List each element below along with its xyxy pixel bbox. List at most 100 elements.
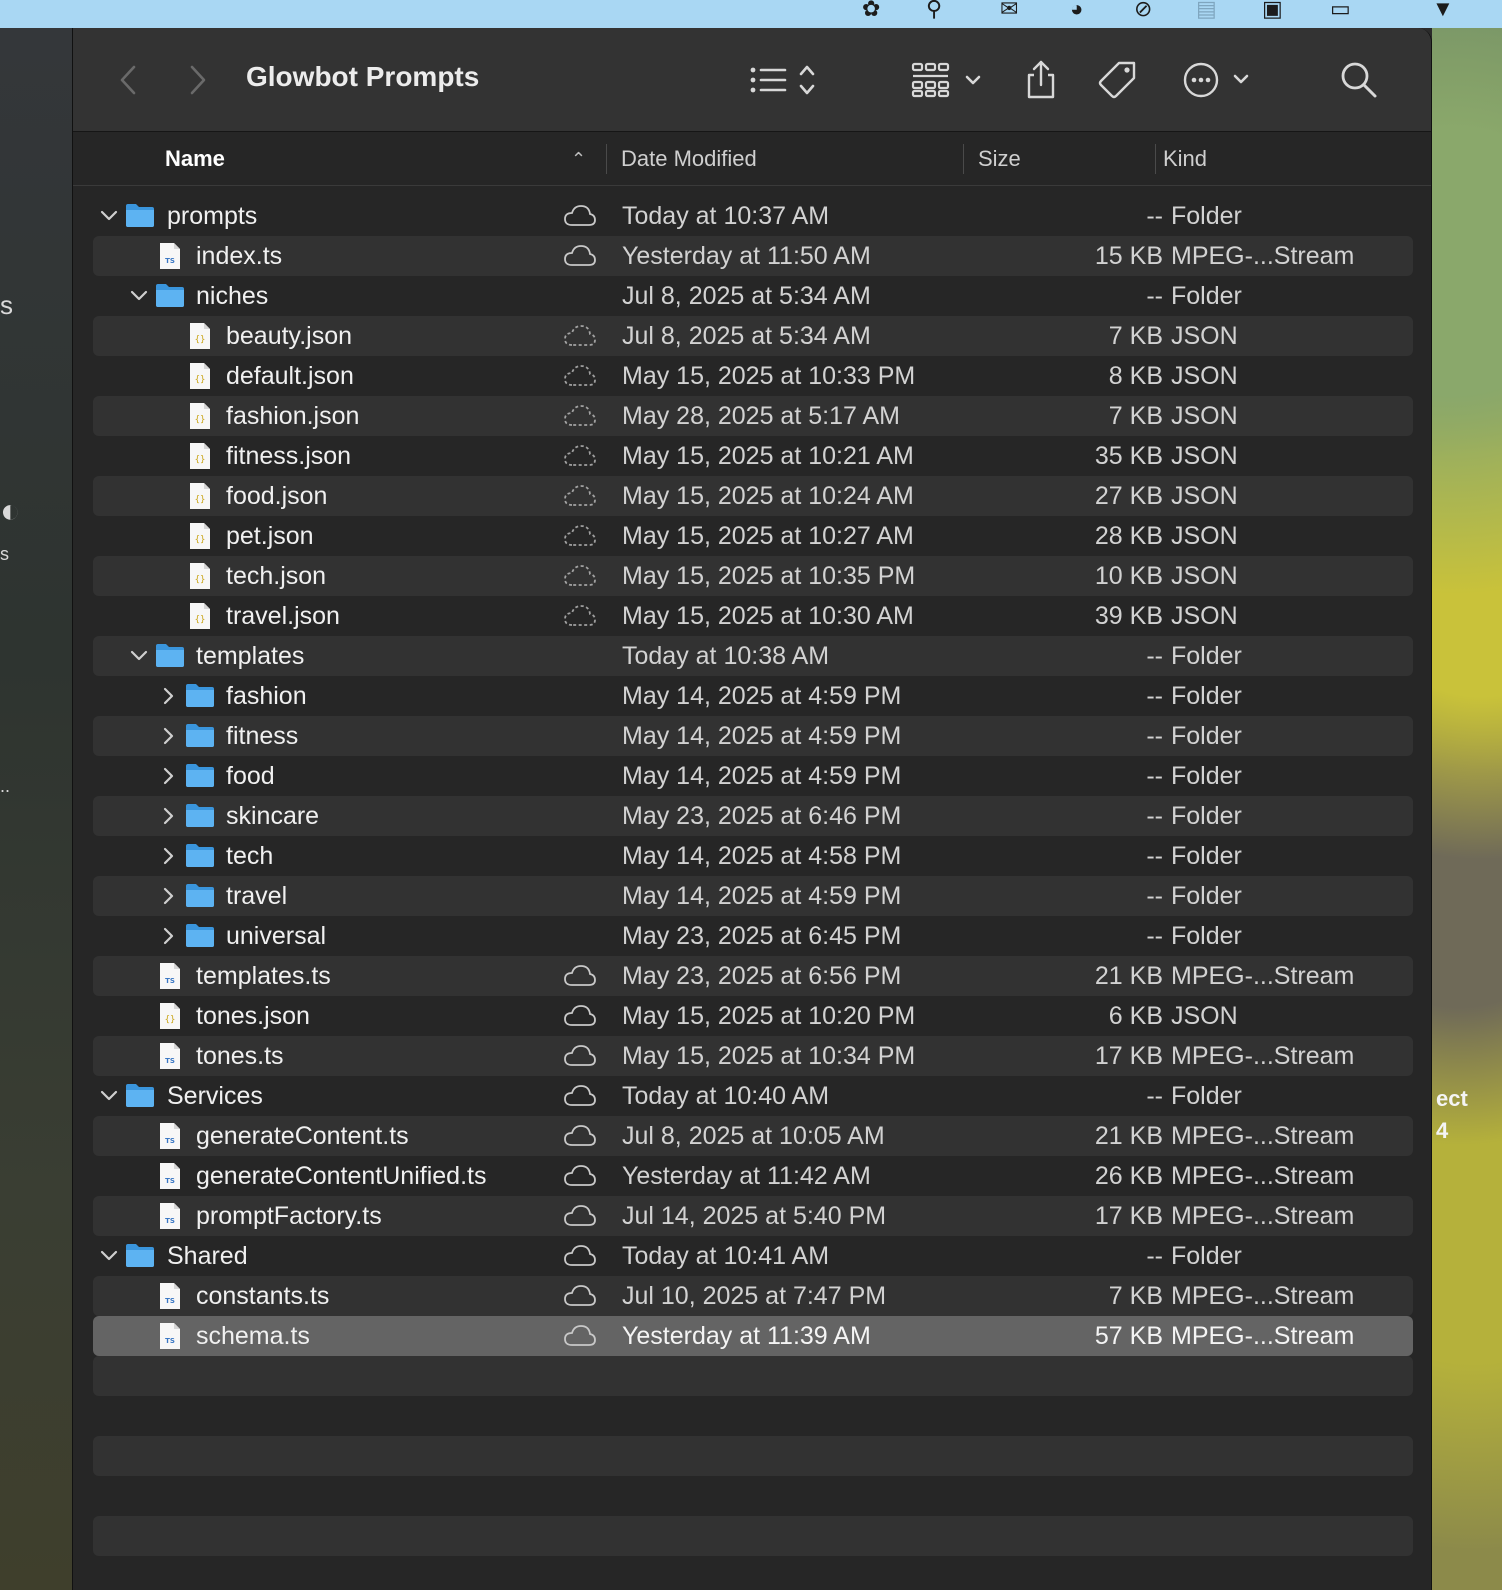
- cloud-icon[interactable]: [563, 1324, 597, 1348]
- folder-row[interactable]: templates Today at 10:38 AM -- Folder: [93, 636, 1413, 676]
- column-header-date-modified[interactable]: Date Modified: [621, 132, 757, 186]
- more-actions-button[interactable]: [1183, 58, 1253, 102]
- menubar-control-icon[interactable]: ▣: [1262, 0, 1283, 20]
- column-header-kind[interactable]: Kind: [1163, 132, 1207, 186]
- cloud-pending-icon[interactable]: [563, 524, 597, 548]
- disclosure-expanded-icon[interactable]: [99, 196, 119, 236]
- menubar-window-icon[interactable]: ▤: [1196, 0, 1217, 20]
- file-row[interactable]: {} travel.json May 15, 2025 at 10:30 AM 39 …: [93, 596, 1413, 636]
- file-row[interactable]: TS generateContent.ts Jul 8, 2025 at 10:05…: [93, 1116, 1413, 1156]
- json-file-icon: {}: [188, 602, 218, 630]
- folder-row[interactable]: skincare May 23, 2025 at 6:46 PM -- Folder: [93, 796, 1413, 836]
- menubar-half-circle-icon[interactable]: ◕: [1070, 0, 1083, 20]
- file-row[interactable]: {} default.json May 15, 2025 at 10:33 PM 8 …: [93, 356, 1413, 396]
- share-button[interactable]: [1023, 58, 1059, 102]
- menubar-battery-icon[interactable]: ▭: [1330, 0, 1351, 20]
- folder-row[interactable]: fitness May 14, 2025 at 4:59 PM -- Folder: [93, 716, 1413, 756]
- column-separator[interactable]: [1155, 144, 1156, 174]
- file-row[interactable]: TS promptFactory.ts Jul 14, 2025 at 5:40 P…: [93, 1196, 1413, 1236]
- cloud-icon[interactable]: [563, 964, 597, 988]
- column-separator[interactable]: [963, 144, 964, 174]
- disclosure-collapsed-icon[interactable]: [159, 756, 179, 796]
- date-modified: May 15, 2025 at 10:30 AM: [622, 602, 914, 630]
- file-row[interactable]: {} food.json May 15, 2025 at 10:24 AM 27 KB…: [93, 476, 1413, 516]
- item-kind: MPEG-...Stream: [1171, 962, 1355, 990]
- column-header-name[interactable]: Name: [165, 132, 225, 186]
- search-button[interactable]: [1339, 58, 1379, 102]
- folder-row[interactable]: fashion May 14, 2025 at 4:59 PM -- Folder: [93, 676, 1413, 716]
- file-row[interactable]: {} pet.json May 15, 2025 at 10:27 AM 28 KB J…: [93, 516, 1413, 556]
- cloud-pending-icon[interactable]: [563, 604, 597, 628]
- item-name: tones.ts: [196, 1042, 284, 1070]
- item-size: 26 KB: [1094, 1162, 1163, 1190]
- file-row[interactable]: {} fashion.json May 28, 2025 at 5:17 AM 7 K…: [93, 396, 1413, 436]
- file-row[interactable]: TS templates.ts May 23, 2025 at 6:56 PM 21 …: [93, 956, 1413, 996]
- folder-row[interactable]: universal May 23, 2025 at 6:45 PM -- Folder: [93, 916, 1413, 956]
- item-name: niches: [196, 282, 269, 310]
- item-kind: MPEG-...Stream: [1171, 242, 1355, 270]
- column-separator[interactable]: [606, 144, 607, 174]
- file-row[interactable]: TS schema.ts Yesterday at 11:39 AM 57 KB MPE…: [93, 1316, 1413, 1356]
- folder-row[interactable]: Services Today at 10:40 AM -- Folder: [93, 1076, 1413, 1116]
- date-modified: May 14, 2025 at 4:59 PM: [622, 682, 902, 710]
- menubar-lock-icon[interactable]: ⚲: [926, 0, 942, 20]
- disclosure-collapsed-icon[interactable]: [159, 836, 179, 876]
- cloud-icon[interactable]: [563, 1284, 597, 1308]
- folder-row[interactable]: niches Jul 8, 2025 at 5:34 AM -- Folder: [93, 276, 1413, 316]
- file-row[interactable]: TS index.ts Yesterday at 11:50 AM 15 KB MPEG…: [93, 236, 1413, 276]
- column-header-size[interactable]: Size: [978, 132, 1021, 186]
- cloud-icon[interactable]: [563, 1204, 597, 1228]
- disclosure-expanded-icon[interactable]: [99, 1236, 119, 1276]
- disclosure-expanded-icon[interactable]: [99, 1076, 119, 1116]
- item-name: index.ts: [196, 242, 283, 270]
- disclosure-expanded-icon[interactable]: [129, 276, 149, 316]
- folder-row[interactable]: food May 14, 2025 at 4:59 PM -- Folder: [93, 756, 1413, 796]
- back-button[interactable]: [113, 58, 143, 102]
- item-name: beauty.json: [226, 322, 353, 350]
- folder-icon: [185, 882, 215, 910]
- disclosure-collapsed-icon[interactable]: [159, 796, 179, 836]
- folder-row[interactable]: travel May 14, 2025 at 4:59 PM -- Folder: [93, 876, 1413, 916]
- group-button[interactable]: [911, 58, 985, 102]
- disclosure-collapsed-icon[interactable]: [159, 876, 179, 916]
- cloud-pending-icon[interactable]: [563, 404, 597, 428]
- cloud-icon[interactable]: [563, 1244, 597, 1268]
- folder-row[interactable]: tech May 14, 2025 at 4:58 PM -- Folder: [93, 836, 1413, 876]
- cloud-icon[interactable]: [563, 1164, 597, 1188]
- disclosure-collapsed-icon[interactable]: [159, 716, 179, 756]
- item-kind: Folder: [1171, 282, 1242, 310]
- file-row[interactable]: {} tech.json May 15, 2025 at 10:35 PM 10 KB…: [93, 556, 1413, 596]
- svg-text:{}: {}: [195, 455, 206, 465]
- tags-button[interactable]: [1097, 58, 1139, 102]
- menubar-mail-icon[interactable]: ✉: [1000, 0, 1018, 20]
- file-row[interactable]: TS generateContentUnified.ts Yesterday at …: [93, 1156, 1413, 1196]
- cloud-icon[interactable]: [563, 1124, 597, 1148]
- menubar-forbidden-icon[interactable]: ⊘: [1134, 0, 1152, 20]
- file-row[interactable]: TS constants.ts Jul 10, 2025 at 7:47 PM 7 K…: [93, 1276, 1413, 1316]
- disclosure-collapsed-icon[interactable]: [159, 676, 179, 716]
- cloud-icon[interactable]: [563, 1084, 597, 1108]
- date-modified: May 15, 2025 at 10:35 PM: [622, 562, 916, 590]
- folder-row[interactable]: Shared Today at 10:41 AM -- Folder: [93, 1236, 1413, 1276]
- forward-button[interactable]: [183, 58, 213, 102]
- cloud-pending-icon[interactable]: [563, 324, 597, 348]
- cloud-pending-icon[interactable]: [563, 564, 597, 588]
- view-options-button[interactable]: [749, 58, 829, 102]
- cloud-pending-icon[interactable]: [563, 484, 597, 508]
- cloud-icon[interactable]: [563, 1044, 597, 1068]
- folder-row[interactable]: prompts Today at 10:37 AM -- Folder: [93, 196, 1413, 236]
- file-row[interactable]: {} fitness.json May 15, 2025 at 10:21 AM 35…: [93, 436, 1413, 476]
- cloud-icon[interactable]: [563, 1004, 597, 1028]
- cloud-icon[interactable]: [563, 204, 597, 228]
- file-row[interactable]: TS tones.ts May 15, 2025 at 10:34 PM 17 KB M…: [93, 1036, 1413, 1076]
- cloud-pending-icon[interactable]: [563, 444, 597, 468]
- disclosure-expanded-icon[interactable]: [129, 636, 149, 676]
- file-row[interactable]: {} beauty.json Jul 8, 2025 at 5:34 AM 7 KB J…: [93, 316, 1413, 356]
- cloud-icon[interactable]: [563, 244, 597, 268]
- disclosure-collapsed-icon[interactable]: [159, 916, 179, 956]
- file-row[interactable]: {} tones.json May 15, 2025 at 10:20 PM 6 KB…: [93, 996, 1413, 1036]
- cloud-pending-icon[interactable]: [563, 364, 597, 388]
- sort-ascending-icon[interactable]: ⌃: [571, 132, 586, 186]
- menubar-wifi-icon[interactable]: ▼: [1432, 0, 1454, 20]
- menubar-app-icon[interactable]: ✿: [862, 0, 880, 20]
